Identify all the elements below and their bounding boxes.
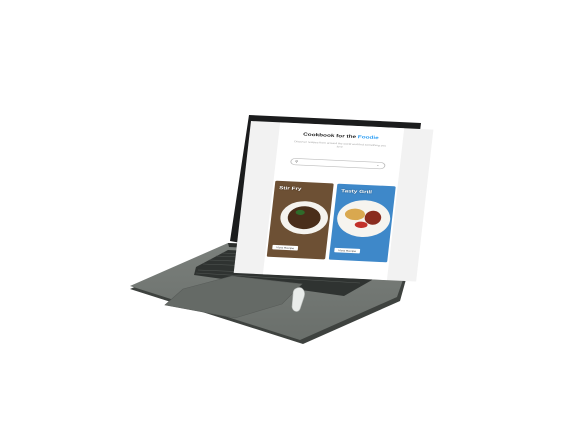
scene: Cookbook for the Foodie Discover recipes…	[0, 0, 577, 433]
card-title: Stir Fry	[278, 185, 302, 192]
title-accent: Foodie	[357, 134, 379, 141]
search-icon: ⚲	[294, 159, 299, 164]
view-recipe-button[interactable]: View Recipe	[272, 244, 299, 251]
title-prefix: Cookbook for the	[302, 132, 359, 140]
web-page: Cookbook for the Foodie Discover recipes…	[262, 122, 405, 281]
view-recipe-button[interactable]: View Recipe	[334, 247, 361, 254]
card-title: Tasty Grill	[340, 188, 373, 195]
recipe-card-tasty-grill[interactable]: Tasty Grill View Recipe	[328, 183, 396, 263]
chevron-down-icon: ⌄	[375, 163, 381, 168]
laptop-screen: Cookbook for the Foodie Discover recipes…	[233, 121, 434, 282]
page-subtitle: Discover recipes from around the world a…	[294, 140, 387, 149]
recipe-card-stir-fry[interactable]: Stir Fry View Recipe	[266, 180, 334, 260]
search-input[interactable]: ⚲ ⌄	[290, 157, 386, 170]
